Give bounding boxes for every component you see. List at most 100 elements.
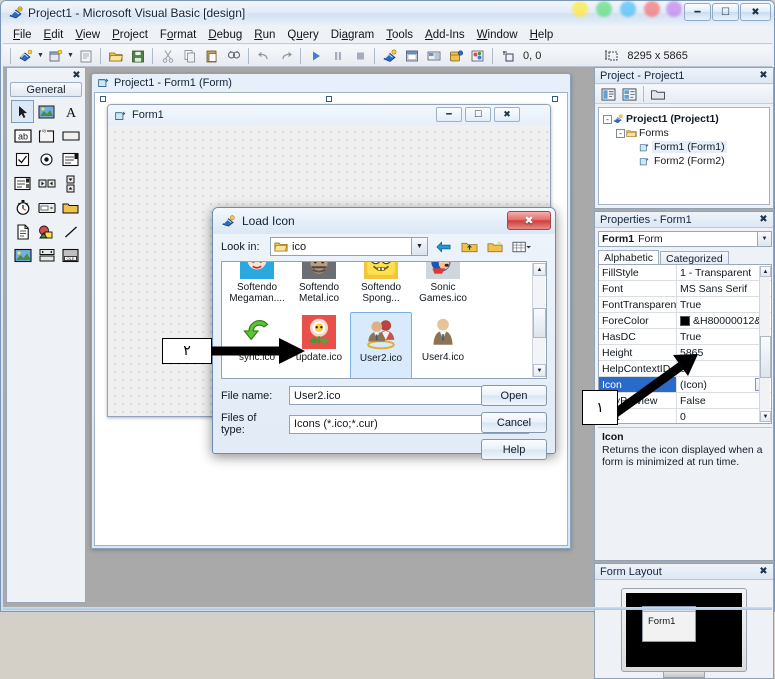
- look-in-combo[interactable]: ico ▼: [270, 237, 428, 256]
- load-icon-dialog[interactable]: Load Icon ✖ Look in: ico ▼: [212, 207, 556, 454]
- expander-minus-icon[interactable]: -: [602, 114, 613, 125]
- tree-node-forms[interactable]: - Forms: [602, 126, 766, 140]
- tool-label[interactable]: A: [59, 100, 82, 123]
- menu-debug[interactable]: Debug: [202, 27, 248, 43]
- dialog-close-button[interactable]: ✖: [507, 211, 551, 230]
- find-button[interactable]: [223, 46, 244, 66]
- form1-maximize-button[interactable]: ☐: [465, 107, 491, 122]
- form1-close-button[interactable]: ✖: [494, 107, 520, 122]
- tool-combobox[interactable]: [59, 148, 82, 171]
- menu-tools[interactable]: Tools: [380, 27, 419, 43]
- redo-button[interactable]: [275, 46, 296, 66]
- tool-textbox[interactable]: ab: [11, 124, 34, 147]
- toggle-folders-button[interactable]: [648, 86, 667, 102]
- add-form-dropdown[interactable]: ▼: [67, 46, 74, 66]
- end-button[interactable]: [349, 46, 370, 66]
- property-value[interactable]: MS Sans Serif: [677, 281, 771, 296]
- resize-handle-ne[interactable]: [552, 96, 558, 102]
- toolbox-close-button[interactable]: ✖: [70, 69, 83, 81]
- project-explorer-button[interactable]: [379, 46, 400, 66]
- menu-run[interactable]: Run: [248, 27, 281, 43]
- add-project-dropdown[interactable]: ▼: [37, 46, 44, 66]
- menu-format[interactable]: Format: [154, 27, 202, 43]
- add-project-button[interactable]: [15, 46, 36, 66]
- menu-view[interactable]: View: [69, 27, 106, 43]
- toolbox-tab-general[interactable]: General: [10, 82, 82, 97]
- scroll-up-icon[interactable]: ▲: [760, 266, 771, 277]
- tool-line[interactable]: [59, 220, 82, 243]
- tree-node-form2[interactable]: Form2 (Form2): [602, 154, 766, 168]
- menu-addins[interactable]: Add-Ins: [419, 27, 471, 43]
- screen-area[interactable]: Form1: [626, 593, 742, 667]
- scroll-up-icon[interactable]: ▲: [533, 263, 546, 276]
- properties-grid[interactable]: FillStyle 1 - Transparent Font MS Sans S…: [598, 264, 772, 424]
- resize-handle-nw[interactable]: [100, 96, 106, 102]
- save-project-button[interactable]: [127, 46, 148, 66]
- property-row-font[interactable]: Font MS Sans Serif: [599, 281, 771, 297]
- views-button[interactable]: [511, 237, 532, 256]
- add-form-button[interactable]: [45, 46, 66, 66]
- tool-drivelistbox[interactable]: [35, 196, 58, 219]
- form-layout-body[interactable]: Form1: [598, 583, 770, 676]
- properties-scrollbar[interactable]: ▲ ▼: [759, 266, 770, 422]
- form1-minimize-button[interactable]: ━: [436, 107, 462, 122]
- chevron-down-icon[interactable]: ▼: [757, 232, 771, 246]
- menu-file[interactable]: File: [7, 27, 38, 43]
- property-value[interactable]: 0: [677, 409, 771, 424]
- file-item-user4[interactable]: User4.ico: [412, 312, 474, 379]
- file-item-megaman[interactable]: SoftendoMegaman....: [226, 261, 288, 312]
- form-layout-button[interactable]: [423, 46, 444, 66]
- scroll-down-icon[interactable]: ▼: [533, 364, 546, 377]
- tree-node-form1[interactable]: Form1 (Form1): [602, 140, 766, 154]
- menu-help[interactable]: Help: [524, 27, 560, 43]
- cancel-button[interactable]: Cancel: [481, 412, 547, 433]
- file-item-metal[interactable]: SoftendoMetal.ico: [288, 261, 350, 312]
- property-row-fonttransparent[interactable]: FontTransparent True: [599, 297, 771, 313]
- file-item-sonic[interactable]: SonicGames.ico: [412, 261, 474, 312]
- view-object-button[interactable]: [620, 86, 639, 102]
- expander-minus-icon[interactable]: -: [615, 128, 626, 139]
- open-project-button[interactable]: [105, 46, 126, 66]
- scroll-down-icon[interactable]: ▼: [760, 411, 771, 422]
- file-item-spongebob[interactable]: SoftendoSpong...: [350, 261, 412, 312]
- form1-position-thumb[interactable]: Form1: [642, 606, 696, 642]
- property-value[interactable]: 0: [677, 361, 771, 376]
- cut-button[interactable]: [157, 46, 178, 66]
- file-list-scrollbar[interactable]: ▲ ▼: [532, 263, 545, 377]
- tool-filelistbox[interactable]: [11, 220, 34, 243]
- property-value[interactable]: True: [677, 297, 771, 312]
- help-button[interactable]: Help: [481, 439, 547, 460]
- tool-hscrollbar[interactable]: [35, 172, 58, 195]
- tool-image[interactable]: [11, 244, 34, 267]
- start-button[interactable]: [305, 46, 326, 66]
- toolbox-button[interactable]: [467, 46, 488, 66]
- undo-button[interactable]: [253, 46, 274, 66]
- tool-listbox[interactable]: [11, 172, 34, 195]
- file-item-user2[interactable]: User2.ico: [350, 312, 412, 379]
- tab-alphabetic[interactable]: Alphabetic: [598, 250, 659, 265]
- new-folder-button[interactable]: [485, 237, 506, 256]
- maximize-button[interactable]: ☐: [712, 3, 739, 21]
- tool-timer[interactable]: [11, 196, 34, 219]
- menu-query[interactable]: Query: [281, 27, 324, 43]
- paste-button[interactable]: [201, 46, 222, 66]
- property-value[interactable]: 5865: [677, 345, 771, 360]
- property-row-icon[interactable]: Icon (Icon) ...: [599, 377, 771, 393]
- tool-picturebox[interactable]: [35, 100, 58, 123]
- file-list[interactable]: SoftendoMegaman.... SoftendoMetal.: [221, 261, 547, 379]
- close-button[interactable]: ✖: [740, 3, 771, 21]
- property-value[interactable]: False: [677, 393, 771, 408]
- tool-data[interactable]: [35, 244, 58, 267]
- menu-editor-button[interactable]: [75, 46, 96, 66]
- object-browser-button[interactable]: [445, 46, 466, 66]
- project-explorer-close-button[interactable]: ✖: [757, 69, 770, 81]
- tool-checkbox[interactable]: [11, 148, 34, 171]
- tool-frame[interactable]: xy: [35, 124, 58, 147]
- property-row-forecolor[interactable]: ForeColor &H80000012&: [599, 313, 771, 329]
- file-item-sync[interactable]: sync.ico: [226, 312, 288, 379]
- properties-close-button[interactable]: ✖: [757, 213, 770, 225]
- property-row-hasdc[interactable]: HasDC True: [599, 329, 771, 345]
- back-button[interactable]: [433, 237, 454, 256]
- view-code-button[interactable]: [599, 86, 618, 102]
- form-layout-close-button[interactable]: ✖: [757, 565, 770, 577]
